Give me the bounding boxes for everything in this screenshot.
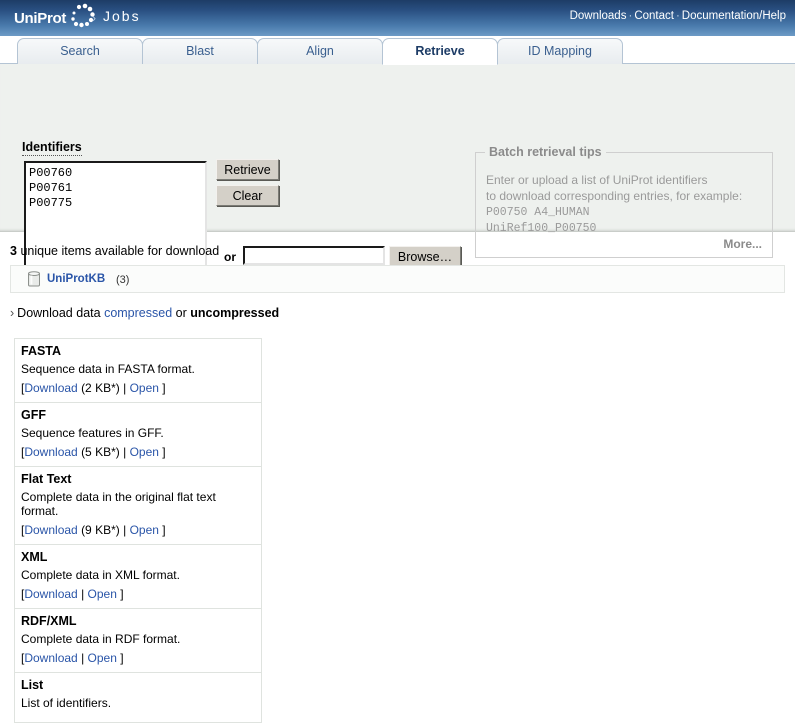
format-open-link[interactable]: Open [130, 523, 159, 537]
unique-items-count: 3 [10, 244, 17, 258]
format-title: XML [21, 550, 48, 564]
format-size: (9 KB*) [81, 523, 120, 537]
compressed-link[interactable]: compressed [104, 306, 172, 320]
database-row[interactable]: UniProtKB (3) [10, 265, 785, 293]
format-download-link[interactable]: Download [24, 523, 77, 537]
format-title: Flat Text [21, 472, 72, 486]
uniprot-logo[interactable]: UniProt [14, 3, 100, 33]
format-download-link[interactable]: Download [24, 381, 77, 395]
format-links: [Download | Open ] [21, 587, 255, 601]
bracket-close: ] [162, 381, 166, 395]
format-links: [Download | Open ] [21, 651, 255, 665]
format-open-link[interactable]: Open [130, 445, 159, 459]
uncompressed-label: uncompressed [190, 306, 280, 320]
database-name-link[interactable]: UniProtKB [47, 273, 105, 285]
tab-align[interactable]: Align [257, 38, 383, 64]
tab-search[interactable]: Search [17, 38, 143, 64]
format-title: GFF [21, 408, 46, 422]
format-row: XML Complete data in XML format. [Downlo… [15, 545, 261, 609]
database-cylinder-icon [28, 271, 40, 287]
tips-line-2: to download corresponding entries, for e… [486, 189, 743, 203]
format-description: List of identifiers. [21, 696, 112, 710]
unique-items-line: 3 unique items available for download [10, 244, 219, 258]
format-size: (2 KB*) [81, 381, 120, 395]
header-link-contact[interactable]: Contact [634, 10, 674, 22]
format-title: RDF/XML [21, 614, 77, 628]
download-prefix: Download data [17, 306, 101, 320]
link-separator: | [81, 651, 85, 665]
format-title: List [21, 678, 44, 692]
bracket-close: ] [162, 445, 166, 459]
tab-id-mapping[interactable]: ID Mapping [497, 38, 623, 64]
file-path-input[interactable] [243, 246, 385, 265]
format-title: FASTA [21, 344, 62, 358]
uniprot-logo-text: UniProt [14, 10, 67, 27]
browse-button[interactable]: Browse… [389, 246, 461, 267]
download-formats-list: FASTA Sequence data in FASTA format. [Do… [14, 338, 262, 723]
breadcrumb-jobs[interactable]: Jobs [103, 8, 141, 24]
format-open-link[interactable]: Open [88, 587, 117, 601]
link-separator: | [123, 523, 127, 537]
batch-retrieval-tips: Batch retrieval tips Enter or upload a l… [475, 145, 773, 258]
bracket-close: ] [162, 523, 166, 537]
format-links: [Download (9 KB*) | Open ] [21, 523, 255, 537]
tips-legend: Batch retrieval tips [485, 145, 606, 159]
clear-button[interactable]: Clear [216, 185, 279, 206]
header-link-separator-2: · [675, 10, 680, 22]
tips-example-1: P00750 A4_HUMAN [486, 206, 590, 219]
download-or-label: or [175, 306, 187, 320]
download-mode-line: › Download data compressed or uncompresse… [10, 306, 279, 320]
format-download-link[interactable]: Download [24, 587, 77, 601]
link-separator: | [81, 587, 85, 601]
format-row: List List of identifiers. [15, 673, 261, 723]
unique-items-text: unique items available for download [20, 244, 220, 258]
header-link-documentation-help[interactable]: Documentation/Help [682, 10, 786, 22]
tips-line-1: Enter or upload a list of UniProt identi… [486, 173, 708, 187]
tips-example-2: UniRef100_P00750 [486, 222, 597, 235]
format-size: (5 KB*) [81, 445, 120, 459]
format-row: RDF/XML Complete data in RDF format. [Do… [15, 609, 261, 673]
format-row: GFF Sequence features in GFF. [Download … [15, 403, 261, 467]
header-link-downloads[interactable]: Downloads [570, 10, 627, 22]
format-links: [Download (5 KB*) | Open ] [21, 445, 255, 459]
or-label: or [224, 250, 236, 264]
format-download-link[interactable]: Download [24, 651, 77, 665]
link-separator: | [123, 445, 127, 459]
format-open-link[interactable]: Open [130, 381, 159, 395]
format-description: Complete data in RDF format. [21, 632, 181, 646]
format-row: Flat Text Complete data in the original … [15, 467, 261, 545]
format-description: Complete data in XML format. [21, 568, 180, 582]
tab-retrieve[interactable]: Retrieve [382, 38, 498, 65]
identifiers-label: Identifiers [22, 140, 82, 156]
tab-bar: Search Blast Align Retrieve ID Mapping [0, 36, 795, 65]
bracket-close: ] [120, 587, 124, 601]
site-header: UniProt › Jobs Downloads · Contact · Documen… [0, 0, 795, 36]
link-separator: | [123, 381, 127, 395]
identifiers-input[interactable] [24, 161, 207, 277]
tips-more-link[interactable]: More... [723, 237, 762, 251]
retrieve-form-panel: Identifiers Retrieve Clear or Browse… Ba… [0, 64, 795, 277]
download-chevron-icon: › [10, 306, 15, 320]
breadcrumb-chevron-icon: › [92, 11, 96, 25]
format-row: FASTA Sequence data in FASTA format. [Do… [15, 339, 261, 403]
format-open-link[interactable]: Open [88, 651, 117, 665]
tab-blast[interactable]: Blast [142, 38, 258, 64]
database-count: (3) [116, 274, 130, 286]
header-link-separator-1: · [628, 10, 633, 22]
retrieve-button[interactable]: Retrieve [216, 159, 279, 180]
format-description: Sequence features in GFF. [21, 426, 164, 440]
format-description: Complete data in the original flat text … [21, 490, 216, 518]
header-links: Downloads · Contact · Documentation/Help [570, 10, 786, 22]
bracket-close: ] [120, 651, 124, 665]
format-description: Sequence data in FASTA format. [21, 362, 195, 376]
format-download-link[interactable]: Download [24, 445, 77, 459]
format-links: [Download (2 KB*) | Open ] [21, 381, 255, 395]
